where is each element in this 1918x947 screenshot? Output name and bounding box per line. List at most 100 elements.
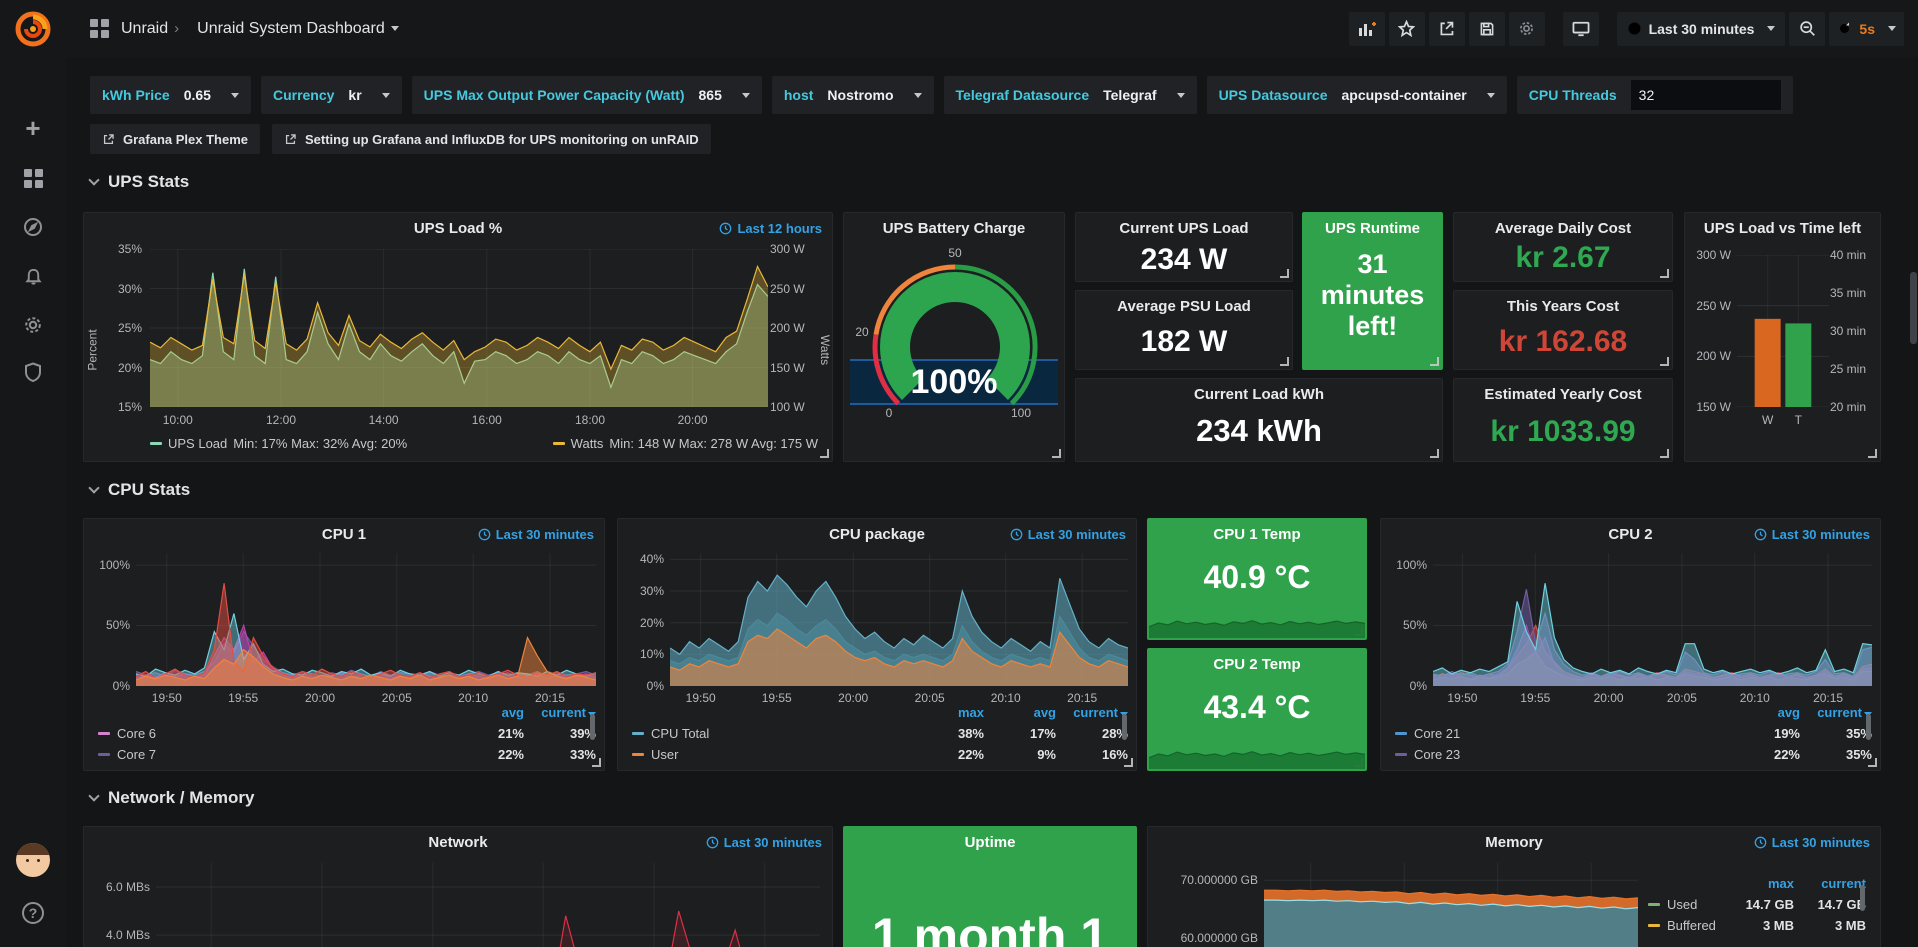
dashboard-links-row: Grafana Plex Theme Setting up Grafana an… <box>90 124 711 154</box>
time-range-picker[interactable]: Last 30 minutes <box>1617 12 1786 46</box>
legend-scrollbar[interactable] <box>590 714 595 740</box>
panel-time-range[interactable]: Last 12 hours <box>719 221 822 236</box>
legend-row: User22%9%16% <box>632 744 1128 765</box>
cpu-package-chart[interactable] <box>670 553 1128 686</box>
dashboards-icon[interactable] <box>0 158 66 198</box>
navbar-actions: Last 30 minutes 5s <box>1349 12 1904 46</box>
legend-sort-column[interactable]: current <box>1800 705 1872 720</box>
zoom-out-button[interactable] <box>1789 12 1825 46</box>
legend-sort-column[interactable]: avg <box>1728 705 1800 720</box>
alerting-bell-icon[interactable] <box>0 256 66 296</box>
legend-swatch <box>98 732 110 735</box>
legend-swatch <box>1648 903 1660 906</box>
variable-ups-datasource[interactable]: UPS Datasource apcupsd-container <box>1207 76 1507 114</box>
panel-time-range[interactable]: Last 30 minutes <box>1010 527 1126 542</box>
variable-host[interactable]: host Nostromo <box>772 76 934 114</box>
create-icon[interactable]: + <box>0 108 66 148</box>
link-grafana-plex-theme[interactable]: Grafana Plex Theme <box>90 124 260 154</box>
legend-sort-column[interactable]: avg <box>984 705 1056 720</box>
variable-kwh-price[interactable]: kWh Price 0.65 <box>90 76 251 114</box>
variable-ups-max-output[interactable]: UPS Max Output Power Capacity (Watt) 865 <box>412 76 762 114</box>
cpu-threads-input[interactable] <box>1631 80 1781 110</box>
panel-ups-load: UPS Load % Last 12 hours Percent Watts 3… <box>83 212 833 462</box>
section-ups-stats[interactable]: UPS Stats <box>90 172 189 192</box>
tv-kiosk-button[interactable] <box>1563 12 1599 46</box>
help-icon[interactable]: ? <box>0 893 66 933</box>
panel-cpu1: CPU 1 Last 30 minutes 100%50%0% 19:5019:… <box>83 518 605 771</box>
y-axis-ticks: 300 W250 W200 W150 W <box>1689 255 1731 407</box>
network-chart[interactable] <box>156 863 820 947</box>
legend-series-name[interactable]: Buffered <box>1648 918 1716 933</box>
legend-series-name[interactable]: Core 23 <box>1395 747 1460 762</box>
legend-sort-column[interactable]: current <box>1056 705 1128 720</box>
y-axis-ticks: 40%30%20%10%0% <box>622 553 664 686</box>
refresh-icon <box>1837 21 1852 36</box>
legend-series-name[interactable]: CPU Total <box>632 726 709 741</box>
star-button[interactable] <box>1389 12 1425 46</box>
cpu2-chart[interactable] <box>1433 553 1872 686</box>
variable-telegraf-datasource[interactable]: Telegraf Datasource Telegraf <box>944 76 1197 114</box>
clock-icon <box>478 528 491 541</box>
cpu1-chart[interactable] <box>136 553 596 686</box>
template-variables-row: kWh Price 0.65 Currency kr UPS Max Outpu… <box>90 76 1793 114</box>
configuration-gear-icon[interactable] <box>0 305 66 345</box>
section-network-memory[interactable]: Network / Memory <box>90 788 254 808</box>
panel-time-range[interactable]: Last 30 minutes <box>706 835 822 850</box>
ups-load-time-bars[interactable] <box>1737 255 1829 407</box>
legend-series-name[interactable]: Core 7 <box>98 747 156 762</box>
stat-value: kr 162.68 <box>1454 325 1672 359</box>
panel-estimated-yearly-cost: Estimated Yearly Cost kr 1033.99 <box>1453 378 1673 462</box>
temp-sparkline <box>1149 608 1365 638</box>
breadcrumb-dashboard[interactable]: Unraid System Dashboard <box>197 20 385 38</box>
legend-series-name[interactable]: Core 6 <box>98 726 156 741</box>
legend-sort-column[interactable]: max <box>912 705 984 720</box>
legend-series-name[interactable]: Core 21 <box>1395 726 1460 741</box>
legend-swatch <box>1395 732 1407 735</box>
variable-currency[interactable]: Currency kr <box>261 76 402 114</box>
panel-cpu1-temp: CPU 1 Temp 40.9 °C <box>1147 518 1367 640</box>
legend-series-name[interactable]: User <box>632 747 678 762</box>
legend-sort-column[interactable]: avg <box>452 705 524 720</box>
y2-axis-label: Watts <box>818 335 832 365</box>
temp-sparkline <box>1149 739 1365 769</box>
legend-row: Core 722%33% <box>98 744 596 765</box>
share-button[interactable] <box>1429 12 1465 46</box>
legend-swatch <box>553 442 565 445</box>
grafana-logo[interactable] <box>13 8 53 48</box>
panel-time-range[interactable]: Last 30 minutes <box>1754 835 1870 850</box>
server-admin-shield-icon[interactable] <box>0 352 66 392</box>
legend-row: Used14.7 GB14.7 GB <box>1648 894 1866 915</box>
legend-scrollbar[interactable] <box>1860 885 1865 911</box>
page-scrollbar[interactable] <box>1910 272 1917 344</box>
sidebar: + ? <box>0 0 66 947</box>
section-cpu-stats[interactable]: CPU Stats <box>90 480 190 500</box>
legend-row: Buffered3 MB3 MB <box>1648 915 1866 936</box>
legend-scrollbar[interactable] <box>1122 714 1127 740</box>
legend-sort-column[interactable]: max <box>1722 876 1794 891</box>
link-ups-monitoring-guide[interactable]: Setting up Grafana and InfluxDB for UPS … <box>272 124 711 154</box>
ups-load-chart[interactable] <box>150 249 768 407</box>
explore-compass-icon[interactable] <box>0 207 66 247</box>
refresh-picker[interactable]: 5s <box>1829 12 1904 46</box>
grafana-dashboard: + ? Unraid › Unraid System Dashboard <box>0 0 1918 947</box>
y-axis-ticks: 100%50%0% <box>1385 553 1427 686</box>
user-avatar[interactable] <box>16 843 50 877</box>
legend-sort-column[interactable]: current <box>524 705 596 720</box>
legend-scrollbar[interactable] <box>1866 714 1871 740</box>
legend-sort-column[interactable]: current <box>1794 876 1866 891</box>
refresh-interval-label: 5s <box>1859 21 1875 37</box>
x-axis-ticks: WT <box>1737 413 1829 427</box>
panel-time-range[interactable]: Last 30 minutes <box>478 527 594 542</box>
legend-item[interactable]: UPS LoadMin: 17% Max: 32% Avg: 20% <box>150 436 407 451</box>
dashboard-dropdown-caret[interactable] <box>391 26 399 31</box>
panel-time-range[interactable]: Last 30 minutes <box>1754 527 1870 542</box>
settings-gear-button[interactable] <box>1509 12 1545 46</box>
breadcrumb-team[interactable]: Unraid <box>121 20 168 38</box>
add-panel-button[interactable] <box>1349 12 1385 46</box>
dashboard-grid-icon[interactable] <box>90 19 109 38</box>
panel-cpu2: CPU 2 Last 30 minutes 100%50%0% 19:5019:… <box>1380 518 1881 771</box>
legend-item[interactable]: WattsMin: 148 W Max: 278 W Avg: 175 W <box>553 436 818 451</box>
legend-series-name[interactable]: Used <box>1648 897 1697 912</box>
memory-chart[interactable] <box>1264 863 1638 947</box>
save-button[interactable] <box>1469 12 1505 46</box>
